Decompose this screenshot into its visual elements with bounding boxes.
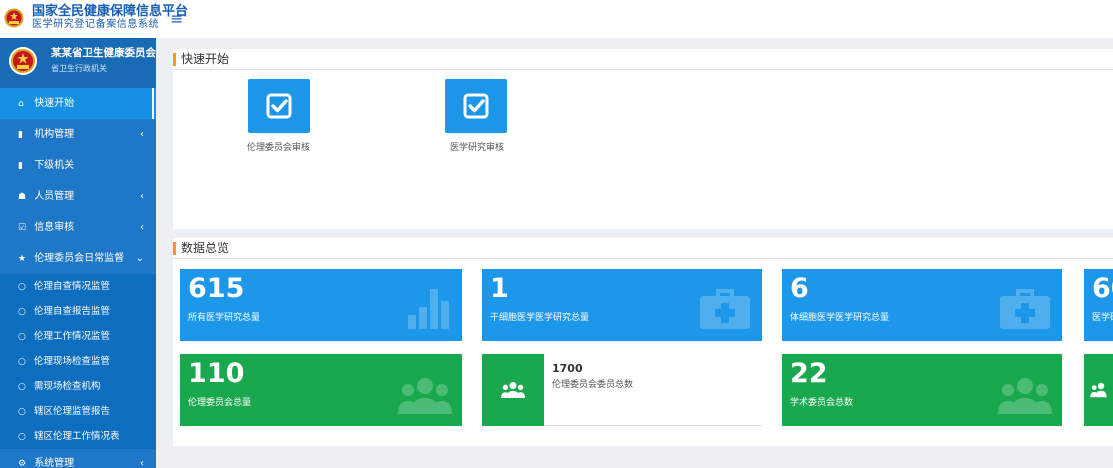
sidebar-subitem-label: 伦理自查报告监管 (34, 306, 111, 317)
circle-icon: ○ (18, 407, 26, 417)
circle-icon: ○ (18, 307, 26, 317)
sidebar-user-panel: 某某省卫生健康委员会 省卫生行政机关 (0, 38, 156, 88)
stat-value: 60 (1092, 273, 1113, 304)
stat-card-partial[interactable] (1084, 354, 1113, 426)
gear-icon: ⚙ (18, 459, 27, 468)
sidebar-item-label: 人员管理 (34, 191, 75, 202)
stat-value: 110 (188, 358, 245, 389)
users-icon (1090, 382, 1107, 398)
sidebar-item-label: 下级机关 (34, 160, 75, 171)
sidebar-subitem[interactable]: ○ 辖区伦理工作情况表 (0, 424, 156, 449)
users-icon (998, 378, 1052, 414)
top-bar: 国家全民健康保障信息平台 医学研究登记备案信息系统 ≡ (0, 0, 1113, 38)
stat-label: 所有医学研究总量 (188, 313, 261, 323)
medical-research-review-label: 医学研究审核 (450, 143, 505, 153)
stat-value: 615 (188, 273, 245, 304)
check-square-icon (266, 93, 292, 119)
sidebar-item-label: 机构管理 (34, 129, 75, 140)
sidebar-item-label: 快速开始 (34, 98, 75, 109)
sidebar-item-label: 信息审核 (34, 222, 75, 233)
book-icon: ▮ (18, 130, 23, 140)
data-overview-panel: 数据总览 615 所有医学研究总量 1 干细胞医学医学研究总量 6 体细胞医学医… (173, 238, 1113, 446)
sidebar-subitem[interactable]: ○ 伦理现场检查监管 (0, 349, 156, 374)
chevron-left-icon: ‹ (140, 129, 144, 140)
bar-chart-icon (408, 289, 449, 329)
info-icon-box (482, 354, 544, 426)
app-subtitle: 医学研究登记备案信息系统 (32, 19, 160, 30)
sidebar-item-label: 伦理委员会日常监督 (34, 253, 125, 264)
chevron-down-icon: ⌄ (135, 253, 144, 264)
sidebar-item-system-management[interactable]: ⚙ 系统管理 ‹ (0, 449, 156, 468)
circle-icon: ○ (18, 282, 26, 292)
stat-value: 1 (490, 273, 509, 304)
stat-label: 医学研 (1092, 313, 1113, 323)
stat-label: 学术委员会总数 (790, 398, 854, 408)
app-title: 国家全民健康保障信息平台 (32, 4, 189, 19)
stat-card-stem-cell-research[interactable]: 1 干细胞医学医学研究总量 (482, 269, 762, 341)
check-square-icon (463, 93, 489, 119)
chevron-left-icon: ‹ (140, 191, 144, 202)
quick-start-panel: 快速开始 伦理委员会审核 医学研究审核 (173, 49, 1113, 229)
circle-icon: ○ (18, 357, 26, 367)
org-role: 省卫生行政机关 (51, 64, 107, 73)
stat-label: 伦理委员会总量 (188, 398, 252, 408)
users-icon (501, 382, 525, 398)
sidebar: 某某省卫生健康委员会 省卫生行政机关 ⌂ 快速开始 ▮ 机构管理 ‹ ▮ 下级机… (0, 38, 156, 468)
sidebar-subitem[interactable]: ○ 伦理自查报告监管 (0, 299, 156, 324)
users-icon: ☗ (18, 192, 27, 202)
sidebar-item-ethics-supervision[interactable]: ★ 伦理委员会日常监督 ⌄ (0, 243, 156, 274)
org-name: 某某省卫生健康委员会 (51, 47, 156, 59)
circle-icon: ○ (18, 332, 26, 342)
book-icon: ▮ (18, 161, 23, 171)
users-icon (398, 378, 452, 414)
national-emblem-icon (4, 8, 24, 28)
stat-card-medical-research-partial[interactable]: 60 医学研 (1084, 269, 1113, 341)
sidebar-subitem[interactable]: ○ 需现场检查机构 (0, 374, 156, 399)
info-label: 伦理委员会委员总数 (552, 380, 634, 390)
info-card-ethics-members[interactable]: 1700 伦理委员会委员总数 (482, 354, 762, 426)
quick-start-title: 快速开始 (173, 49, 1113, 70)
check-square-icon: ☑ (18, 223, 27, 233)
ethics-committee-review-button[interactable] (248, 79, 310, 133)
stat-value: 22 (790, 358, 828, 389)
circle-icon: ○ (18, 382, 26, 392)
data-overview-title: 数据总览 (173, 238, 1113, 259)
medkit-icon (1000, 289, 1050, 329)
sidebar-item-org-management[interactable]: ▮ 机构管理 ‹ (0, 119, 156, 150)
chevron-left-icon: ‹ (140, 222, 144, 233)
stat-label: 体细胞医学医学研究总量 (790, 313, 890, 323)
medical-research-review-button[interactable] (445, 79, 507, 133)
circle-icon: ○ (18, 432, 26, 442)
sidebar-item-label: 系统管理 (34, 458, 75, 468)
sidebar-subitem-label: 伦理现场检查监管 (34, 356, 111, 367)
sidebar-subitem-label: 辖区伦理工作情况表 (34, 431, 120, 442)
sidebar-item-quick-start[interactable]: ⌂ 快速开始 (0, 88, 156, 119)
stat-card-ethics-committees[interactable]: 110 伦理委员会总量 (180, 354, 462, 426)
stat-label: 干细胞医学医学研究总量 (490, 313, 590, 323)
sidebar-item-subordinate-orgs[interactable]: ▮ 下级机关 (0, 150, 156, 181)
info-value: 1700 (552, 362, 583, 375)
sidebar-subitem-label: 辖区伦理监管报告 (34, 406, 111, 417)
chevron-left-icon: ‹ (140, 458, 144, 468)
sidebar-subitem[interactable]: ○ 辖区伦理监管报告 (0, 399, 156, 424)
menu-toggle-icon[interactable]: ≡ (170, 11, 183, 27)
stat-card-academic-committees[interactable]: 22 学术委员会总数 (782, 354, 1062, 426)
sidebar-subitem-label: 伦理自查情况监管 (34, 281, 111, 292)
stat-card-somatic-cell-research[interactable]: 6 体细胞医学医学研究总量 (782, 269, 1062, 341)
sidebar-item-personnel[interactable]: ☗ 人员管理 ‹ (0, 181, 156, 212)
medkit-icon (700, 289, 750, 329)
org-emblem-avatar (9, 47, 37, 75)
sidebar-subitem-label: 伦理工作情况监管 (34, 331, 111, 342)
sidebar-subitem-label: 需现场检查机构 (34, 381, 101, 392)
main-content: 快速开始 伦理委员会审核 医学研究审核 数据总览 615 所有医学研究总量 1 … (156, 38, 1113, 468)
star-icon: ★ (18, 254, 27, 264)
sidebar-item-info-review[interactable]: ☑ 信息审核 ‹ (0, 212, 156, 243)
home-icon: ⌂ (18, 99, 24, 109)
ethics-committee-review-label: 伦理委员会审核 (247, 143, 311, 153)
sidebar-subitem[interactable]: ○ 伦理工作情况监管 (0, 324, 156, 349)
stat-value: 6 (790, 273, 809, 304)
stat-card-all-research[interactable]: 615 所有医学研究总量 (180, 269, 462, 341)
sidebar-subitem[interactable]: ○ 伦理自查情况监管 (0, 274, 156, 299)
